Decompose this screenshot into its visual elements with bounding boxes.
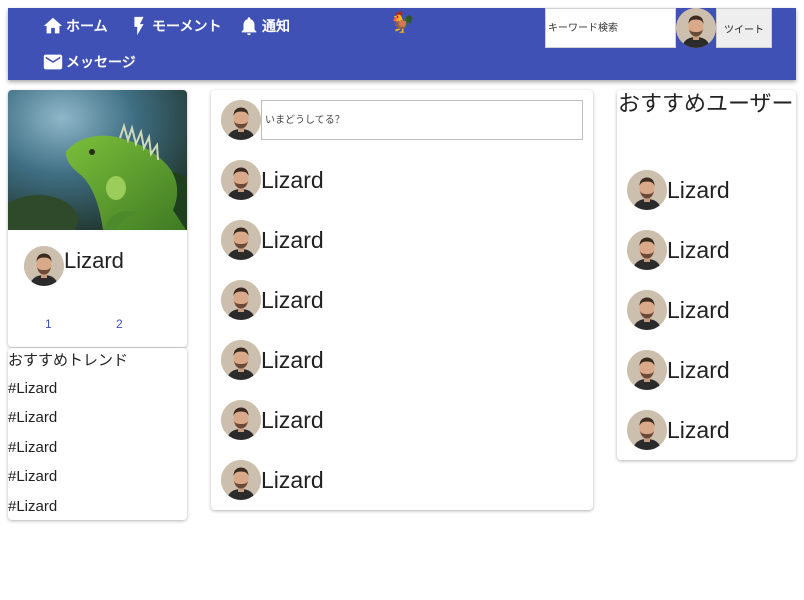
recommended-user[interactable]: Lizard (627, 410, 730, 450)
profile-name: Lizard (64, 248, 124, 273)
post-avatar[interactable] (221, 280, 261, 320)
recommended-user[interactable]: Lizard (627, 290, 730, 330)
timeline-post[interactable]: Lizard (221, 340, 324, 380)
user-avatar[interactable] (627, 230, 667, 270)
user-name: Lizard (667, 236, 730, 263)
user-name: Lizard (667, 416, 730, 443)
user-name: Lizard (667, 356, 730, 383)
profile-avatar[interactable] (24, 246, 64, 286)
trend-item[interactable]: #Lizard (8, 380, 57, 397)
trend-item[interactable]: #Lizard (8, 468, 57, 485)
profile-cover-image (8, 90, 187, 250)
post-avatar[interactable] (221, 220, 261, 260)
compose-avatar[interactable] (221, 100, 261, 140)
timeline-post[interactable]: Lizard (221, 160, 324, 200)
timeline-post[interactable]: Lizard (221, 460, 324, 500)
post-avatar[interactable] (221, 460, 261, 500)
nav-notifications[interactable]: 通知 (238, 15, 290, 37)
compose-input[interactable] (261, 100, 583, 140)
trends-title: おすすめトレンド (8, 351, 129, 369)
compose-row (221, 100, 261, 140)
user-name: Lizard (667, 176, 730, 203)
post-avatar[interactable] (221, 400, 261, 440)
home-icon (43, 17, 63, 34)
rooster-logo-icon[interactable]: 🐓 (390, 10, 415, 34)
user-name: Lizard (667, 296, 730, 323)
post-author-name: Lizard (261, 226, 324, 253)
mail-icon (43, 54, 63, 70)
trend-item[interactable]: #Lizard (8, 409, 57, 426)
nav-home[interactable]: ホーム (42, 15, 108, 37)
timeline-post[interactable]: Lizard (221, 280, 324, 320)
lightning-icon (134, 16, 144, 36)
timeline-post[interactable]: Lizard (221, 400, 324, 440)
timeline-post[interactable]: Lizard (221, 220, 324, 260)
nav-messages-label: メッセージ (66, 55, 136, 71)
header-avatar[interactable] (676, 8, 716, 48)
post-avatar[interactable] (221, 160, 261, 200)
profile-card: Lizard 1 2 (8, 90, 187, 347)
profile-stat-link-1[interactable]: 1 (45, 317, 52, 331)
trend-item[interactable]: #Lizard (8, 439, 57, 456)
bell-icon (241, 17, 257, 36)
post-author-name: Lizard (261, 166, 324, 193)
app-header: ホーム モーメント 通知 メッセージ 🐓 ツイート (8, 8, 796, 80)
tweet-button[interactable]: ツイート (716, 8, 772, 48)
recommended-user[interactable]: Lizard (627, 230, 730, 270)
trend-item[interactable]: #Lizard (8, 498, 57, 515)
nav-home-label: ホーム (66, 19, 108, 35)
recommended-user[interactable]: Lizard (627, 170, 730, 210)
nav-messages[interactable]: メッセージ (42, 51, 136, 73)
recommended-users-title: おすすめユーザー (618, 92, 794, 117)
post-author-name: Lizard (261, 406, 324, 433)
user-avatar[interactable] (627, 290, 667, 330)
post-author-name: Lizard (261, 346, 324, 373)
post-avatar[interactable] (221, 340, 261, 380)
nav-moment-label: モーメント (152, 19, 222, 35)
trends-card: おすすめトレンド #Lizard #Lizard #Lizard #Lizard… (8, 348, 187, 520)
user-avatar[interactable] (627, 170, 667, 210)
recommended-users-card: おすすめユーザー Lizard Lizard Lizard Lizard Liz… (617, 90, 796, 460)
profile-stat-link-2[interactable]: 2 (116, 317, 123, 331)
nav-moment[interactable]: モーメント (128, 15, 221, 37)
user-avatar[interactable] (627, 350, 667, 390)
recommended-user[interactable]: Lizard (627, 350, 730, 390)
post-author-name: Lizard (261, 286, 324, 313)
search-input[interactable] (545, 8, 676, 48)
post-author-name: Lizard (261, 466, 324, 493)
user-avatar[interactable] (627, 410, 667, 450)
timeline-card: Lizard Lizard Lizard Lizard Lizard Lizar… (211, 90, 593, 510)
nav-notifications-label: 通知 (262, 19, 290, 35)
